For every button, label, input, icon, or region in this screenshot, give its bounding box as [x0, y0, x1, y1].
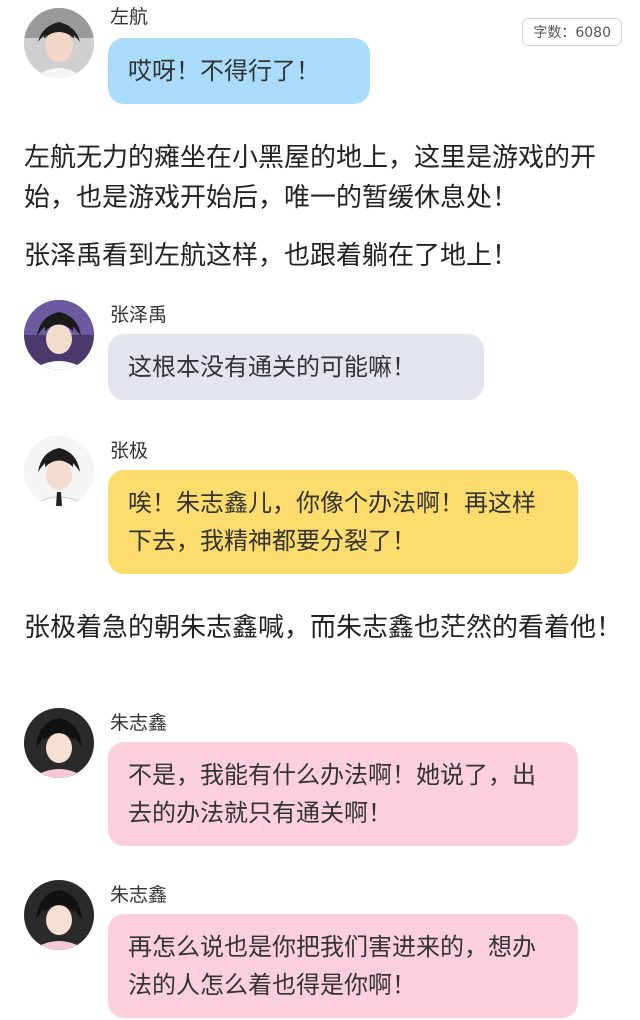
narration-paragraph: 张极着急的朝朱志鑫喊，而朱志鑫也茫然的看着他！ — [24, 613, 623, 643]
narration-paragraph: 左航无力的瘫坐在小黑屋的地上，这里是游戏的开始，也是游戏开始后，唯一的暂缓休息处… — [24, 143, 597, 213]
avatar-zhangji-icon — [24, 436, 94, 506]
chat-bubble-blue: 哎呀！不得行了！ — [108, 38, 370, 104]
speaker-name: 张泽禹 — [110, 304, 168, 326]
word-count-badge: 字数：6080 — [522, 18, 622, 46]
chat-bubble-yellow: 唉！朱志鑫儿，你像个办法啊！再这样下去，我精神都要分裂了！ — [108, 470, 578, 574]
speaker-name: 左航 — [110, 6, 149, 28]
chat-bubble-pink: 再怎么说也是你把我们害进来的，想办法的人怎么着也得是你啊！ — [108, 914, 578, 1018]
chat-bubble-pink: 不是，我能有什么办法啊！她说了，出去的办法就只有通关啊！ — [108, 742, 578, 846]
avatar-zhuzhixin-icon — [24, 708, 94, 778]
narration-paragraph: 张泽禹看到左航这样，也跟着躺在了地上！ — [24, 241, 519, 271]
avatar-zhuzhixin-icon — [24, 880, 94, 950]
speaker-name: 朱志鑫 — [110, 712, 168, 734]
avatar-zhangzeyu-icon — [24, 300, 94, 370]
chat-bubble-gray: 这根本没有通关的可能嘛！ — [108, 334, 484, 400]
avatar-zuohang-icon — [24, 8, 94, 78]
speaker-name: 朱志鑫 — [110, 884, 168, 906]
speaker-name: 张极 — [110, 440, 149, 462]
